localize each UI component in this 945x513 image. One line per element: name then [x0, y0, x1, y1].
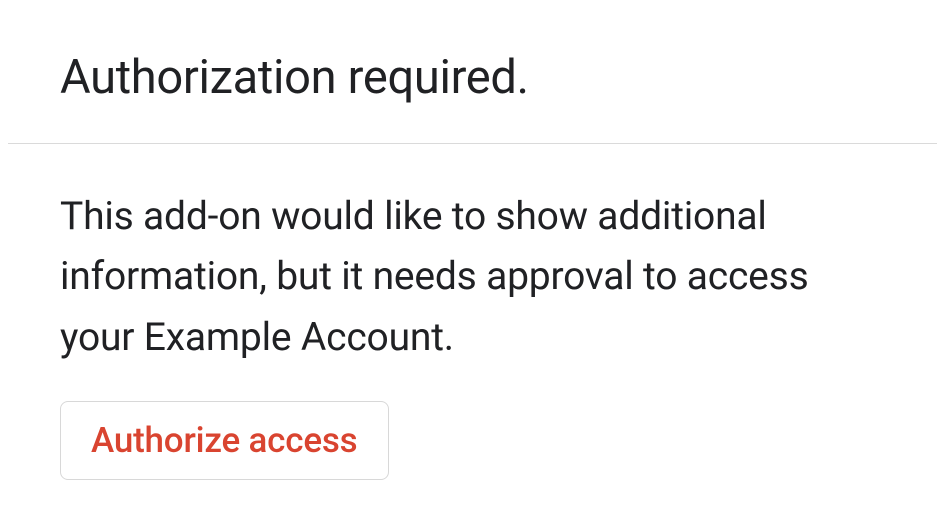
dialog-title: Authorization required. — [60, 50, 885, 105]
dialog-description: This add-on would like to show additiona… — [60, 186, 885, 367]
dialog-header: Authorization required. — [0, 0, 945, 143]
dialog-content: This add-on would like to show additiona… — [0, 144, 945, 480]
authorize-access-button[interactable]: Authorize access — [60, 401, 389, 480]
